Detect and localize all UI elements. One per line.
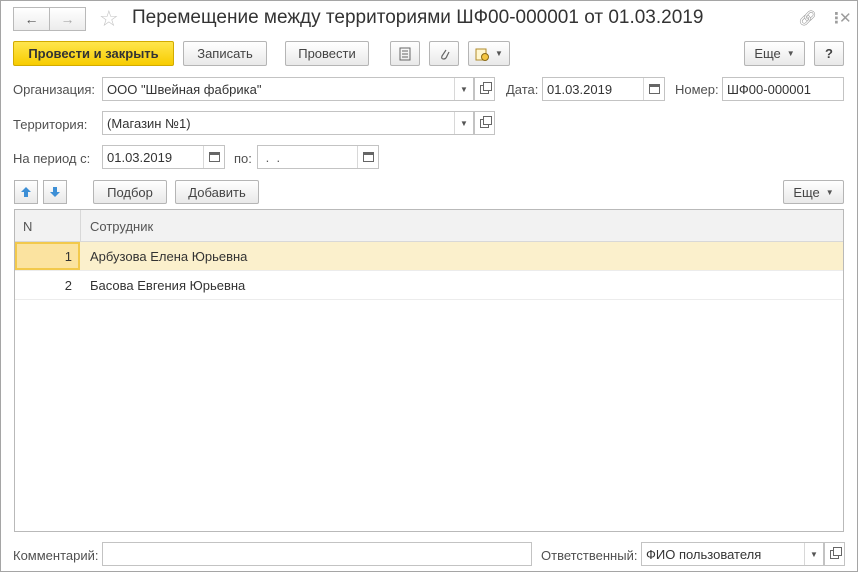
calendar-icon <box>208 152 220 162</box>
responsible-label: Ответственный: <box>541 548 638 563</box>
period-to-label: по: <box>234 151 252 166</box>
territory-open-button[interactable] <box>474 111 495 135</box>
calendar-icon <box>362 152 374 162</box>
chevron-down-icon: ▼ <box>825 187 834 197</box>
territory-field[interactable]: (Магазин №1) ▼ <box>102 111 474 135</box>
select-button[interactable]: Подбор <box>93 180 167 204</box>
column-header-n[interactable]: N <box>23 210 79 242</box>
open-icon <box>830 546 842 559</box>
move-up-button[interactable] <box>14 180 38 204</box>
table-header: N Сотрудник <box>15 210 843 242</box>
number-field[interactable]: ШФ00-000001 <box>722 77 844 101</box>
move-down-button[interactable] <box>43 180 67 204</box>
post-button[interactable]: Провести <box>285 41 369 66</box>
period-to-field[interactable]: . . <box>257 145 379 169</box>
row-number-cell[interactable]: 1 <box>15 242 80 270</box>
territory-label: Территория: <box>13 117 88 132</box>
arrow-up-icon <box>21 187 31 197</box>
page-title: Перемещение между территориями ШФ00-0000… <box>132 7 704 28</box>
attach-button[interactable] <box>429 41 459 66</box>
save-button[interactable]: Записать <box>183 41 267 66</box>
add-button[interactable]: Добавить <box>175 180 259 204</box>
comment-label: Комментарий: <box>13 548 99 563</box>
chevron-down-icon[interactable]: ▼ <box>804 543 823 565</box>
period-from-field[interactable]: 01.03.2019 <box>102 145 225 169</box>
responsible-open-button[interactable] <box>824 542 845 566</box>
open-icon <box>480 115 492 128</box>
date-label: Дата: <box>506 82 539 97</box>
report-icon <box>475 48 490 61</box>
document-window: ← → ☆ Перемещение между территориями ШФ0… <box>0 0 858 572</box>
link-icon[interactable]: 🔗︎ <box>798 9 817 27</box>
chevron-down-icon: ▼ <box>495 49 503 58</box>
responsible-field[interactable]: ФИО пользователя ▼ <box>641 542 824 566</box>
chevron-down-icon[interactable]: ▼ <box>454 112 473 134</box>
date-field[interactable]: 01.03.2019 <box>542 77 665 101</box>
table-row[interactable]: 1 Арбузова Елена Юрьевна <box>15 242 843 271</box>
document-icon <box>399 47 411 60</box>
organization-open-button[interactable] <box>474 77 495 101</box>
post-and-close-button[interactable]: Провести и закрыть <box>13 41 174 66</box>
open-icon <box>480 81 492 94</box>
table-more-button[interactable]: Еще ▼ <box>783 180 844 204</box>
forward-button[interactable]: → <box>49 7 86 31</box>
chevron-down-icon: ▼ <box>786 49 795 58</box>
print-menu-button[interactable]: ▼ <box>468 41 510 66</box>
more-button[interactable]: Еще ▼ <box>744 41 805 66</box>
close-icon[interactable]: ✕ <box>839 9 852 27</box>
document-list-button[interactable] <box>390 41 420 66</box>
help-button[interactable]: ? <box>814 41 844 66</box>
employee-cell[interactable]: Басова Евгения Юрьевна <box>90 271 245 299</box>
employees-table[interactable]: N Сотрудник 1 Арбузова Елена Юрьевна 2 Б… <box>14 209 844 532</box>
comment-field[interactable] <box>102 542 532 566</box>
back-button[interactable]: ← <box>13 7 50 31</box>
column-header-employee[interactable]: Сотрудник <box>90 210 153 242</box>
paperclip-icon <box>441 49 450 60</box>
chevron-down-icon[interactable]: ▼ <box>454 78 473 100</box>
organization-field[interactable]: ООО "Швейная фабрика" ▼ <box>102 77 474 101</box>
table-row[interactable]: 2 Басова Евгения Юрьевна <box>15 271 843 300</box>
arrow-down-icon <box>50 187 60 197</box>
arrow-right-icon: → <box>60 11 75 27</box>
arrow-left-icon: ← <box>24 11 39 27</box>
period-from-label: На период с: <box>13 151 91 166</box>
star-icon[interactable]: ☆ <box>99 6 119 32</box>
number-label: Номер: <box>675 82 719 97</box>
calendar-icon <box>648 84 660 94</box>
employee-cell[interactable]: Арбузова Елена Юрьевна <box>90 242 247 270</box>
organization-label: Организация: <box>13 82 96 97</box>
row-number-cell[interactable]: 2 <box>15 271 80 299</box>
